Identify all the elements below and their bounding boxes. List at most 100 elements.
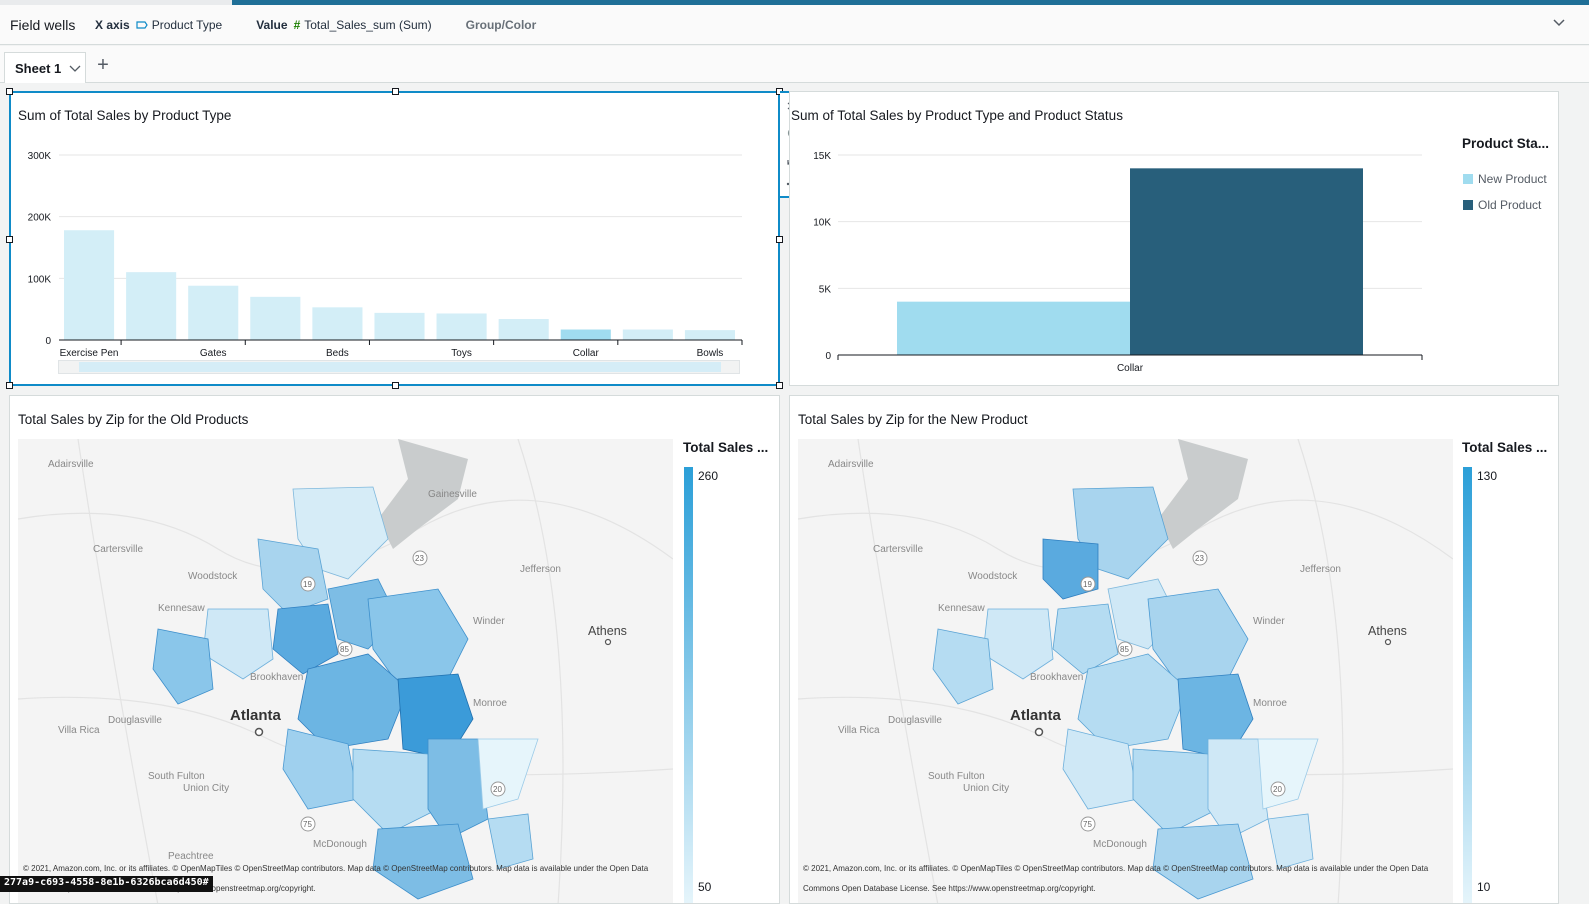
legend-max: 130: [1477, 469, 1498, 483]
map-label-atlanta: Atlanta: [230, 707, 281, 724]
element-id-tooltip: 277a9-c693-4558-8e1b-6326bca6d450#: [0, 876, 213, 892]
y-tick-label: 100K: [28, 274, 52, 285]
resize-handle[interactable]: [392, 88, 399, 95]
road-label: 23: [1195, 554, 1204, 563]
resize-handle[interactable]: [6, 382, 13, 389]
visual-bar-chart-product-type[interactable]: Sum of Total Sales by Product Type 0 100K…: [6, 88, 783, 389]
chevron-down-icon[interactable]: [69, 62, 81, 74]
legend-item-old-product[interactable]: Old Product: [1463, 198, 1541, 212]
road-label: 85: [1120, 645, 1129, 654]
map-label: Woodstock: [188, 571, 238, 582]
resize-handle[interactable]: [776, 382, 783, 389]
bar: [622, 329, 673, 340]
x-axis-field[interactable]: Product Type: [152, 18, 223, 32]
collapse-chevron-icon[interactable]: [1553, 17, 1565, 29]
y-tick-label: 5K: [819, 284, 832, 295]
y-tick-label: 300K: [28, 151, 52, 162]
visual-map-old-products[interactable]: Total Sales by Zip for the Old Products: [9, 395, 780, 904]
x-tick-label: Beds: [326, 348, 349, 359]
map-label: Gainesville: [428, 489, 477, 500]
bar-new-product: [897, 301, 1130, 355]
map-label: Douglasville: [888, 715, 942, 726]
x-tick-label: Collar: [1117, 363, 1144, 374]
legend-gradient: [684, 467, 693, 903]
map-label-atlanta: Atlanta: [1010, 707, 1061, 724]
visual-title: Total Sales by Zip for the New Product: [798, 412, 1028, 427]
visual-bar-chart-product-status[interactable]: Sum of Total Sales by Product Type and P…: [789, 91, 1559, 386]
y-tick-label: 0: [825, 351, 831, 362]
y-tick-label: 15K: [813, 151, 831, 162]
x-axis-well[interactable]: X axis Product Type: [95, 18, 222, 32]
road-label: 85: [340, 645, 349, 654]
scrollbar-thumb[interactable]: [79, 362, 721, 372]
map-label: Villa Rica: [58, 725, 100, 736]
sheet-tabs-bar: Sheet 1 +: [0, 46, 1589, 83]
legend-title: Total Sales ...: [1462, 440, 1548, 455]
bar-chart-2: 0 5K 10K 15K Collar: [813, 151, 1423, 374]
road-label: 75: [1083, 820, 1092, 829]
x-tick-label: Exercise Pen: [60, 348, 119, 359]
x-tick-label: Gates: [200, 348, 227, 359]
bar: [312, 307, 363, 340]
resize-handle[interactable]: [392, 382, 399, 389]
map-label: McDonough: [1093, 839, 1147, 850]
map-canvas[interactable]: Adairsville Cartersville Woodstock Jeffe…: [798, 439, 1453, 903]
group-color-label: Group/Color: [465, 17, 537, 32]
legend-label: Old Product: [1478, 198, 1542, 212]
map-label: McDonough: [313, 839, 367, 850]
resize-handle[interactable]: [6, 236, 13, 243]
map-canvas[interactable]: Adairsville Gainesville Cartersville Woo…: [18, 439, 673, 903]
y-tick-label: 0: [45, 336, 51, 347]
value-label: Value: [256, 17, 288, 32]
add-sheet-button[interactable]: +: [94, 55, 112, 75]
choropleth-map: Adairsville Cartersville Woodstock Jeffe…: [798, 439, 1453, 903]
bar-chart-1: 0 100K 200K 300K Exercise Pen Gates Beds Toys Co…: [28, 151, 743, 359]
group-color-well[interactable]: Group/Color: [466, 18, 537, 32]
resize-handle[interactable]: [776, 236, 783, 243]
y-tick-label: 10K: [813, 218, 831, 229]
bar-old-product: [1130, 168, 1363, 355]
map-label: Jefferson: [520, 564, 561, 575]
x-tick-label: Toys: [451, 348, 472, 359]
x-tick-label: Bowls: [697, 348, 724, 359]
map-label: Adairsville: [828, 459, 874, 470]
value-well[interactable]: Value # Total_Sales_sum (Sum): [256, 18, 431, 32]
bar: [250, 296, 301, 340]
map-label: Kennesaw: [938, 603, 985, 614]
map-label: Douglasville: [108, 715, 162, 726]
bar: [436, 313, 487, 340]
bar: [126, 272, 177, 340]
road-label: 19: [1083, 580, 1092, 589]
chart-scrollbar[interactable]: [58, 360, 740, 374]
measure-hash-icon: #: [293, 17, 301, 32]
field-wells-title[interactable]: Field wells: [10, 17, 95, 33]
tab-sheet-1[interactable]: Sheet 1: [4, 52, 86, 83]
map-label: Monroe: [473, 698, 507, 709]
map-label: Winder: [473, 616, 505, 627]
legend-swatch: [1463, 174, 1473, 184]
value-field[interactable]: Total_Sales_sum (Sum): [304, 18, 431, 32]
map-label: Union City: [963, 783, 1009, 794]
resize-handle[interactable]: [6, 88, 13, 95]
legend-item-new-product[interactable]: New Product: [1463, 172, 1547, 186]
map-label: Kennesaw: [158, 603, 205, 614]
legend-max: 260: [698, 469, 719, 483]
road-label: 75: [303, 820, 312, 829]
bar: [188, 285, 239, 340]
map-label: Cartersville: [93, 544, 143, 555]
map-label: Monroe: [1253, 698, 1287, 709]
road-label: 19: [303, 580, 312, 589]
map-label: South Fulton: [928, 771, 985, 782]
y-tick-label: 200K: [28, 213, 52, 224]
legend-min: 10: [1477, 880, 1491, 894]
dimension-icon: [136, 20, 148, 29]
bar: [64, 230, 115, 340]
map-label: Jefferson: [1300, 564, 1341, 575]
road-label: 20: [493, 785, 502, 794]
field-wells-bar: Field wells X axis Product Type Value # …: [0, 5, 1589, 45]
tab-sheet-1-label: Sheet 1: [15, 60, 62, 76]
visual-map-new-product[interactable]: Total Sales by Zip for the New Product A…: [789, 395, 1559, 904]
map-attribution[interactable]: Commons Open Database License. See https…: [803, 884, 1096, 893]
bar: [684, 330, 735, 340]
map-label: Woodstock: [968, 571, 1018, 582]
